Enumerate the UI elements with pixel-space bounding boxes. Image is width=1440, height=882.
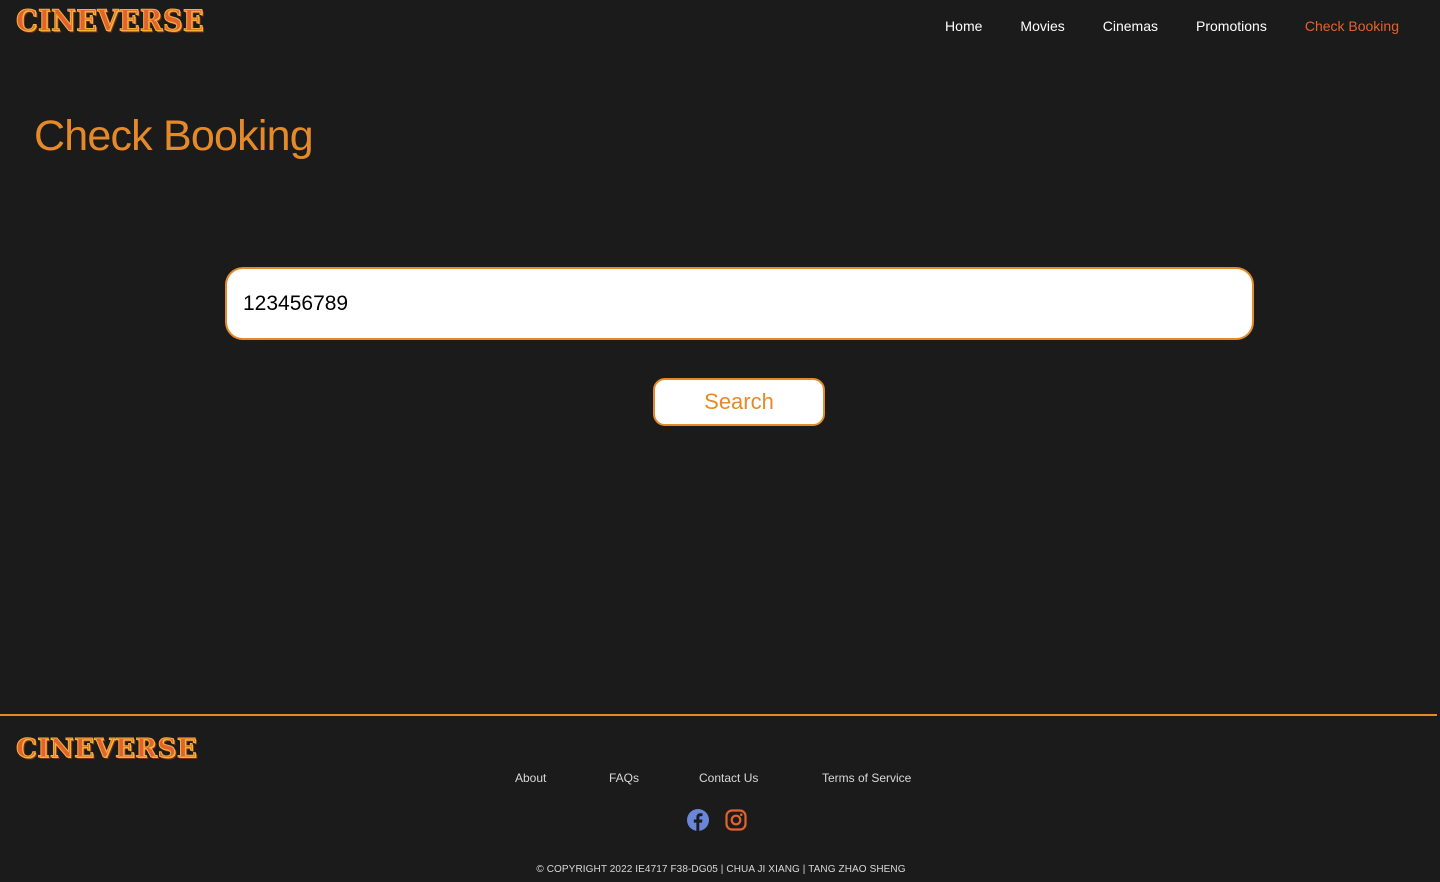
brand-logo[interactable]: CINEVERSE <box>16 7 204 37</box>
search-button[interactable]: Search <box>653 378 825 426</box>
footer-link-contact-us[interactable]: Contact Us <box>699 771 758 786</box>
nav-item-movies[interactable]: Movies <box>1020 18 1064 35</box>
page-title: Check Booking <box>34 112 314 160</box>
nav-item-promotions[interactable]: Promotions <box>1196 18 1267 35</box>
page: CINEVERSE Home Movies Cinemas Promotions… <box>0 0 1440 882</box>
footer-link-terms-of-service[interactable]: Terms of Service <box>822 771 911 786</box>
site-header: CINEVERSE Home Movies Cinemas Promotions… <box>0 0 1440 52</box>
nav-item-home[interactable]: Home <box>945 18 982 35</box>
footer-divider <box>0 714 1437 716</box>
social-links <box>686 808 748 832</box>
copyright-text: © COPYRIGHT 2022 IE4717 F38-DG05 | CHUA … <box>536 864 906 875</box>
instagram-icon[interactable] <box>724 808 748 832</box>
booking-id-input[interactable] <box>225 267 1254 340</box>
footer-link-about[interactable]: About <box>515 771 546 786</box>
facebook-icon[interactable] <box>686 808 710 832</box>
main-nav: Home Movies Cinemas Promotions Check Boo… <box>907 18 1399 35</box>
footer-logo[interactable]: CINEVERSE <box>15 736 197 763</box>
nav-item-check-booking[interactable]: Check Booking <box>1305 18 1399 35</box>
nav-item-cinemas[interactable]: Cinemas <box>1103 18 1158 35</box>
footer-links: About FAQs Contact Us Terms of Service <box>0 771 1440 787</box>
footer-link-faqs[interactable]: FAQs <box>609 771 639 786</box>
